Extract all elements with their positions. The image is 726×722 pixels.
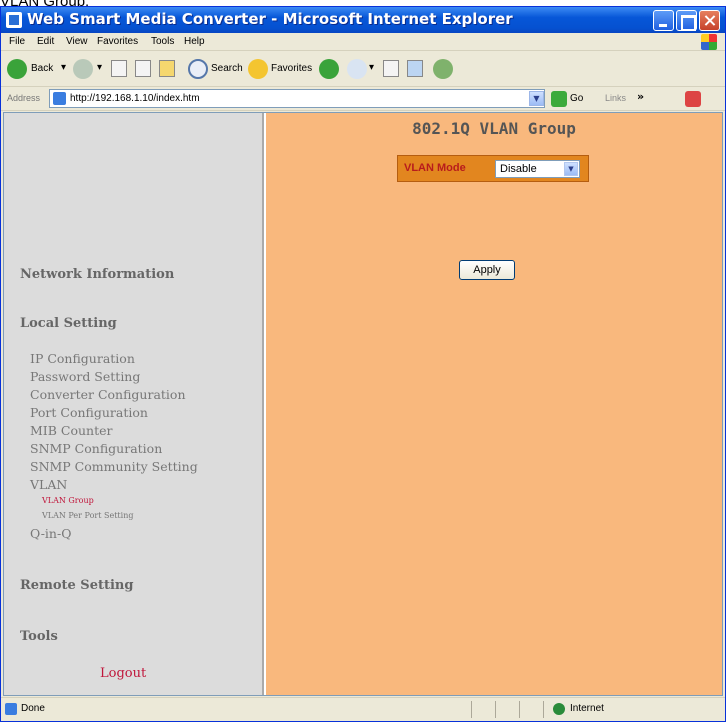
stop-icon[interactable] — [111, 60, 127, 77]
menu-view[interactable]: View — [66, 36, 88, 47]
edit-icon[interactable] — [407, 60, 423, 77]
vlan-mode-label: VLAN Mode — [404, 162, 466, 174]
sidebar-item-vlan-per-port-setting[interactable]: VLAN Per Port Setting — [42, 511, 133, 520]
sidebar-item-network-information[interactable]: Network Information — [20, 267, 174, 282]
page-icon — [53, 92, 66, 105]
sidebar: Network Information Local Setting IP Con… — [4, 113, 264, 695]
address-label: Address — [7, 93, 41, 103]
address-input[interactable]: http://192.168.1.10/index.htm ▼ — [49, 89, 545, 108]
sidebar-item-snmp-configuration[interactable]: SNMP Configuration — [30, 441, 162, 456]
home-icon[interactable] — [159, 60, 175, 77]
messenger-icon[interactable] — [433, 59, 453, 79]
sidebar-item-snmp-community-setting[interactable]: SNMP Community Setting — [30, 459, 198, 474]
favorites-star-icon[interactable] — [248, 59, 268, 79]
sidebar-item-port-configuration[interactable]: Port Configuration — [30, 405, 148, 420]
apply-button[interactable]: Apply — [459, 260, 515, 280]
sidebar-item-password-setting[interactable]: Password Setting — [30, 369, 140, 384]
internet-globe-icon — [553, 703, 565, 715]
forward-arrow-icon[interactable] — [73, 59, 93, 79]
vlan-mode-select[interactable]: Disable ▼ — [495, 160, 580, 178]
chevron-down-icon[interactable]: ▼ — [564, 162, 578, 176]
sidebar-item-remote-setting[interactable]: Remote Setting — [20, 578, 133, 593]
address-dropdown-icon[interactable]: ▼ — [529, 91, 544, 106]
status-text: Done — [21, 703, 45, 714]
links-label[interactable]: Links — [605, 93, 626, 103]
sidebar-item-q-in-q[interactable]: Q-in-Q — [30, 526, 71, 541]
chevron-right-icon[interactable]: » — [637, 90, 644, 103]
refresh-icon[interactable] — [135, 60, 151, 77]
back-arrow-icon[interactable] — [7, 59, 27, 79]
title-bar: Web Smart Media Converter - Microsoft In… — [1, 7, 725, 33]
sidebar-item-ip-configuration[interactable]: IP Configuration — [30, 351, 135, 366]
minimize-button[interactable] — [653, 10, 674, 31]
windows-logo-icon — [701, 34, 717, 50]
toolbar: Back ▾ ▾ Search Favorites ▾ — [1, 51, 725, 87]
menu-edit[interactable]: Edit — [37, 36, 54, 47]
status-bar: Done Internet — [1, 697, 725, 721]
search-button-label[interactable]: Search — [211, 63, 243, 74]
sidebar-item-converter-configuration[interactable]: Converter Configuration — [30, 387, 186, 402]
back-button-label[interactable]: Back — [31, 63, 53, 74]
menu-file[interactable]: File — [9, 36, 25, 47]
address-url: http://192.168.1.10/index.htm — [70, 93, 200, 104]
menu-help[interactable]: Help — [184, 36, 205, 47]
main-panel: 802.1Q VLAN Group VLAN Mode Disable ▼ Ap… — [266, 113, 722, 695]
page-title: 802.1Q VLAN Group — [412, 119, 576, 138]
sidebar-item-local-setting[interactable]: Local Setting — [20, 316, 117, 331]
forward-dropdown-icon[interactable]: ▾ — [97, 62, 102, 73]
sidebar-item-vlan[interactable]: VLAN — [30, 477, 67, 492]
favorites-button-label[interactable]: Favorites — [271, 63, 312, 74]
page-done-icon — [5, 703, 17, 715]
extension-icon[interactable] — [685, 91, 701, 107]
go-button[interactable]: Go — [570, 93, 583, 104]
logout-link[interactable]: Logout — [100, 666, 146, 681]
go-arrow-icon[interactable] — [551, 91, 567, 107]
mail-dropdown-icon[interactable]: ▾ — [369, 62, 374, 73]
status-divider — [471, 701, 472, 718]
ie-icon — [6, 12, 22, 28]
search-icon[interactable] — [188, 59, 208, 79]
menu-favorites[interactable]: Favorites — [97, 36, 138, 47]
vlan-mode-row: VLAN Mode Disable ▼ — [397, 155, 589, 182]
address-bar: Address http://192.168.1.10/index.htm ▼ … — [1, 87, 725, 111]
sidebar-item-tools[interactable]: Tools — [20, 629, 58, 644]
page-content: Network Information Local Setting IP Con… — [3, 112, 723, 696]
menu-tools[interactable]: Tools — [151, 36, 174, 47]
history-icon[interactable] — [319, 59, 339, 79]
status-divider — [519, 701, 520, 718]
menu-bar: File Edit View Favorites Tools Help — [1, 33, 725, 51]
mail-icon[interactable] — [347, 59, 367, 79]
close-button[interactable] — [699, 10, 720, 31]
maximize-button[interactable] — [676, 10, 697, 31]
window-title: Web Smart Media Converter - Microsoft In… — [27, 10, 513, 28]
print-icon[interactable] — [383, 60, 399, 77]
browser-window: Web Smart Media Converter - Microsoft In… — [0, 6, 726, 722]
vlan-mode-value: Disable — [500, 163, 537, 175]
zone-text: Internet — [570, 703, 604, 714]
status-divider — [495, 701, 496, 718]
status-divider — [543, 701, 544, 718]
back-dropdown-icon[interactable]: ▾ — [61, 62, 66, 73]
sidebar-item-mib-counter[interactable]: MIB Counter — [30, 423, 112, 438]
sidebar-item-vlan-group[interactable]: VLAN Group — [42, 496, 94, 505]
